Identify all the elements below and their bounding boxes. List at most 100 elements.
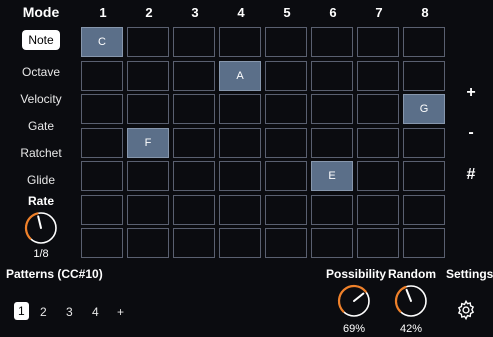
mode-item-label: Octave (21, 65, 60, 79)
grid-cell-r4-c2[interactable]: F (127, 127, 169, 158)
mode-title: Mode (22, 4, 60, 20)
grid-cell-r5-c3[interactable] (173, 161, 215, 191)
mode-item-ratchet[interactable]: Ratchet (0, 146, 82, 160)
grid-cell-r7-c1[interactable] (81, 228, 123, 258)
grid-cell-r7-c3[interactable] (173, 228, 215, 258)
rate-label: Rate (27, 194, 54, 208)
grid-cell-r5-c2[interactable] (127, 161, 169, 191)
grid-cell-r2-c8[interactable] (403, 60, 445, 91)
grid-cell-r2-c3[interactable] (173, 60, 215, 91)
grid-cell-r1-c8[interactable] (403, 27, 445, 57)
grid-cell-r7-c8[interactable] (403, 228, 445, 258)
possibility-knob-arc (337, 284, 367, 313)
grid-cell-r4-c8[interactable] (403, 127, 445, 158)
gear-icon[interactable] (455, 299, 477, 321)
mode-item-velocity[interactable]: Velocity (0, 92, 82, 106)
grid-cell-r3-c6[interactable] (311, 94, 353, 124)
mode-item-octave[interactable]: Octave (0, 65, 82, 79)
grid-cell-r4-c6[interactable] (311, 127, 353, 158)
grid-cell-r6-c2[interactable] (127, 194, 169, 225)
grid-cell-r3-c5[interactable] (265, 94, 307, 124)
grid-cell-r4-c3[interactable] (173, 127, 215, 158)
grid-cell-r6-c4[interactable] (219, 194, 261, 225)
plus-button[interactable]: + (458, 84, 484, 102)
note-label: A (236, 69, 244, 82)
add-pattern-button[interactable]: + (117, 305, 124, 319)
grid-cell-r7-c5[interactable] (265, 228, 307, 258)
rate-value: 1/8 (33, 248, 49, 260)
grid-cell-r5-c6[interactable]: E (311, 161, 353, 191)
grid-cell-r4-c7[interactable] (357, 127, 399, 158)
grid-cell-r1-c3[interactable] (173, 27, 215, 57)
grid-cell-r5-c4[interactable] (219, 161, 261, 191)
column-header-5: 5 (283, 5, 291, 20)
grid-cell-r5-c7[interactable] (357, 161, 399, 191)
grid-cell-r3-c3[interactable] (173, 94, 215, 124)
grid-cell-r6-c1[interactable] (81, 194, 123, 225)
grid-cell-r5-c8[interactable] (403, 161, 445, 191)
grid-cell-r1-c7[interactable] (357, 27, 399, 57)
pattern-2[interactable]: 2 (40, 305, 47, 319)
possibility-knob-needle (353, 292, 365, 302)
mode-item-gate[interactable]: Gate (0, 119, 82, 133)
mode-item-label: Velocity (20, 92, 62, 106)
column-header-4: 4 (237, 5, 245, 20)
grid-cell-r7-c2[interactable] (127, 228, 169, 258)
column-header-6: 6 (329, 5, 337, 20)
grid-cell-r3-c8[interactable]: G (403, 94, 445, 124)
pattern-3[interactable]: 3 (66, 305, 73, 319)
grid-cell-r3-c4[interactable] (219, 94, 261, 124)
note-label: C (98, 36, 106, 48)
grid-cell-r3-c1[interactable] (81, 94, 123, 124)
grid-cell-r6-c8[interactable] (403, 194, 445, 225)
grid-cell-r2-c2[interactable] (127, 60, 169, 91)
mode-item-label: Glide (26, 173, 55, 187)
grid-cell-r3-c7[interactable] (357, 94, 399, 124)
grid-cell-r6-c3[interactable] (173, 194, 215, 225)
grid-cell-r1-c5[interactable] (265, 27, 307, 57)
grid-cell-r2-c4[interactable]: A (219, 60, 261, 91)
grid-cell-r3-c2[interactable] (127, 94, 169, 124)
column-header-7: 7 (375, 5, 383, 20)
column-header-8: 8 (421, 5, 429, 20)
mode-item-note[interactable]: Note (0, 30, 82, 50)
random-knob-needle (405, 288, 412, 302)
settings-label: Settings (446, 267, 493, 281)
grid-cell-r1-c2[interactable] (127, 27, 169, 57)
grid-cell-r4-c5[interactable] (265, 127, 307, 158)
rate-knob-arc (24, 212, 39, 240)
minus-button[interactable]: - (458, 124, 484, 142)
mode-item-label: Note (22, 30, 60, 50)
grid-cell-r4-c4[interactable] (219, 127, 261, 158)
possibility-value: 69% (342, 323, 366, 335)
column-header-3: 3 (191, 5, 199, 20)
grid-cell-r6-c6[interactable] (311, 194, 353, 225)
sharp-button[interactable]: # (458, 166, 484, 184)
pattern-1[interactable]: 1 (14, 302, 29, 320)
grid-cell-r2-c6[interactable] (311, 60, 353, 91)
grid-cell-r7-c6[interactable] (311, 228, 353, 258)
grid-cell-r5-c5[interactable] (265, 161, 307, 191)
mode-item-glide[interactable]: Glide (0, 173, 82, 187)
pattern-4[interactable]: 4 (92, 305, 99, 319)
note-label: G (419, 103, 429, 115)
grid-cell-r2-c5[interactable] (265, 60, 307, 91)
possibility-knob[interactable] (335, 282, 373, 320)
grid-cell-r7-c7[interactable] (357, 228, 399, 258)
grid-cell-r2-c7[interactable] (357, 60, 399, 91)
grid-cell-r2-c1[interactable] (81, 60, 123, 91)
random-knob[interactable] (392, 282, 430, 320)
grid-cell-r1-c6[interactable] (311, 27, 353, 57)
grid-cell-r1-c1[interactable]: C (81, 27, 123, 57)
patterns-title: Patterns (CC#10) (6, 267, 103, 281)
grid-cell-r6-c7[interactable] (357, 194, 399, 225)
rate-knob[interactable] (22, 209, 60, 247)
grid-cell-r7-c4[interactable] (219, 228, 261, 258)
rate-knob-needle (37, 215, 42, 229)
grid-cell-r1-c4[interactable] (219, 27, 261, 57)
grid-cell-r6-c5[interactable] (265, 194, 307, 225)
grid-cell-r5-c1[interactable] (81, 161, 123, 191)
column-header-1: 1 (99, 5, 107, 20)
grid-cell-r4-c1[interactable] (81, 127, 123, 158)
note-label: E (328, 170, 336, 182)
